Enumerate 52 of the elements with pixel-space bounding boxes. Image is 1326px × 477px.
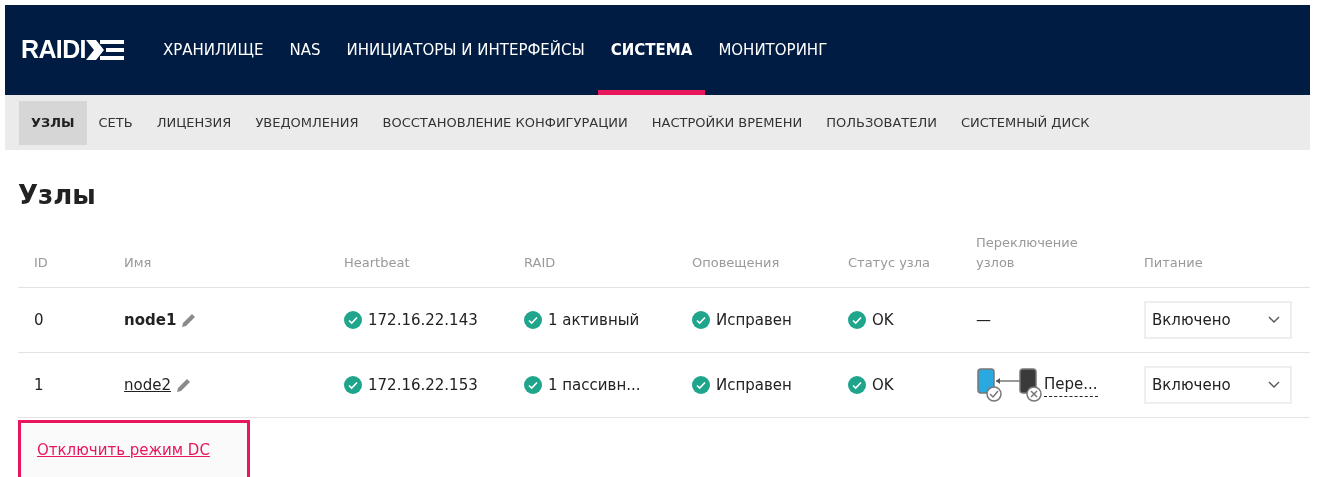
heartbeat-address: 172.16.22.143 (368, 309, 478, 331)
power-dropdown[interactable]: Включено (1144, 366, 1292, 404)
heartbeat-address: 172.16.22.153 (368, 374, 478, 396)
column-header: Оповещения (692, 253, 780, 272)
check-circle-icon (524, 376, 542, 394)
check-circle-icon (848, 311, 866, 329)
raid-status: 1 пассивн... (548, 374, 641, 396)
table-cell: 0 (34, 310, 44, 329)
top-nav-tab[interactable]: NAS (276, 5, 334, 95)
check-circle-icon (524, 311, 542, 329)
sub-nav-tab[interactable]: СИСТЕМНЫЙ ДИСК (949, 100, 1102, 145)
sub-nav-tab[interactable]: ЛИЦЕНЗИЯ (144, 100, 244, 145)
column-header: RAID (524, 253, 556, 272)
node-status: OK (872, 309, 894, 331)
node-switch-drawing (976, 367, 1042, 403)
raid-status: 1 активный (548, 309, 640, 331)
column-header: Heartbeat (344, 253, 410, 272)
check-circle-icon (344, 311, 362, 329)
alerts-status: Исправен (716, 309, 792, 331)
node-name: node1 (124, 309, 177, 331)
switch-node-link[interactable]: Пере... (1044, 373, 1098, 397)
sub-nav-tab[interactable]: НАСТРОЙКИ ВРЕМЕНИ (639, 100, 815, 145)
column-header: ID (34, 253, 48, 272)
table-cell: 1 (34, 375, 44, 394)
chevron-down-icon (1268, 381, 1280, 389)
node-name-link[interactable]: node2 (124, 373, 171, 397)
pencil-icon[interactable] (175, 376, 193, 394)
column-header: Питание (1144, 253, 1203, 272)
top-nav-tab[interactable]: ИНИЦИАТОРЫ И ИНТЕРФЕЙСЫ (333, 5, 598, 95)
top-nav-tab[interactable]: МОНИТОРИНГ (705, 5, 841, 95)
check-circle-icon (692, 311, 710, 329)
sub-nav-tab[interactable]: СЕТЬ (86, 100, 145, 145)
sub-nav-tab[interactable]: ПОЛЬЗОВАТЕЛИ (814, 100, 949, 145)
logo-text: RAIDI (21, 34, 86, 66)
alerts-status: Исправен (716, 374, 792, 396)
column-header: Статус узла (848, 253, 931, 272)
check-circle-icon (692, 376, 710, 394)
check-circle-icon (848, 376, 866, 394)
sub-nav-tab[interactable]: УВЕДОМЛЕНИЯ (243, 100, 371, 145)
column-header: Переключение узлов (976, 234, 1079, 272)
column-header: Имя (124, 253, 152, 272)
page-title: Узлы (18, 179, 97, 212)
check-circle-icon (344, 376, 362, 394)
top-nav-tab[interactable]: ХРАНИЛИЩЕ (149, 5, 277, 95)
logo-mark-icon (85, 39, 124, 61)
disable-dc-mode-link[interactable]: Отключить режим DC (37, 438, 210, 462)
sub-nav-tab[interactable]: ВОССТАНОВЛЕНИЕ КОНФИГУРАЦИИ (370, 100, 640, 145)
chevron-down-icon (1268, 316, 1280, 324)
power-dropdown[interactable]: Включено (1144, 301, 1292, 339)
node-status: OK (872, 374, 894, 396)
sub-nav-tab[interactable]: УЗЛЫ (19, 100, 87, 145)
table-cell-text: — (976, 309, 991, 331)
